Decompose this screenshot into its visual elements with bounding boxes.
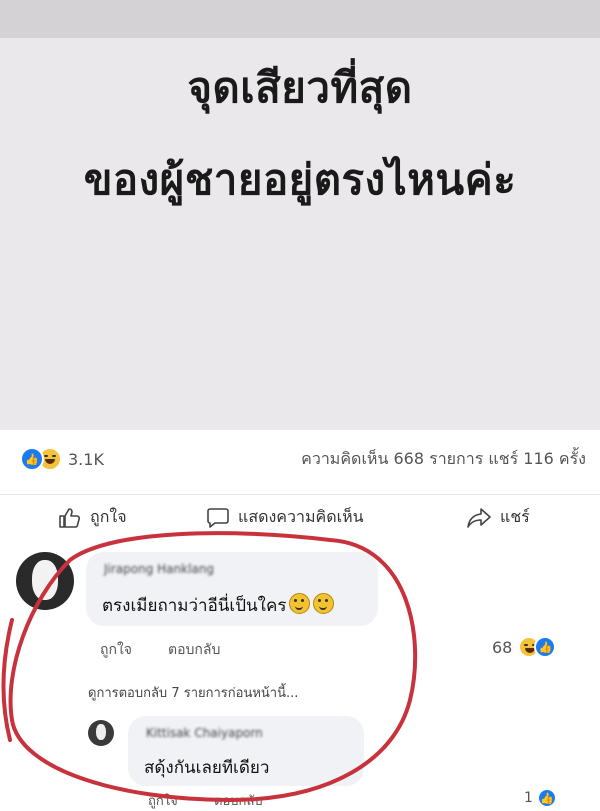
reply-reaction-number: 1 bbox=[524, 790, 533, 806]
post-action-bar: ถูกใจ แสดงความคิดเห็น แชร์ bbox=[0, 494, 600, 541]
reply-avatar[interactable] bbox=[88, 720, 114, 746]
comment-reply-link[interactable]: ตอบกลับ bbox=[168, 639, 220, 661]
like-button[interactable]: ถูกใจ bbox=[58, 505, 127, 530]
comment-text-content: ตรงเมียถามว่าอีนี่เป็นใคร bbox=[102, 596, 287, 616]
top-strip bbox=[0, 0, 600, 38]
reply-like-link[interactable]: ถูกใจ bbox=[148, 790, 178, 811]
reply-reply-link[interactable]: ตอบกลับ bbox=[214, 790, 263, 811]
thumbs-up-icon bbox=[59, 507, 81, 528]
share-arrow-icon bbox=[467, 507, 491, 528]
comment-button[interactable]: แสดงความคิดเห็น bbox=[206, 505, 364, 530]
smile-emoji-icon bbox=[289, 593, 311, 614]
post-text-line-1: จุดเสียวที่สุด bbox=[187, 63, 413, 112]
comment-text: ตรงเมียถามว่าอีนี่เป็นใคร bbox=[102, 592, 335, 619]
commenter-name[interactable]: Jirapong Hanklang bbox=[104, 562, 214, 576]
reaction-count: 3.1K bbox=[68, 449, 104, 469]
comment-bubble: Jirapong Hanklang ตรงเมียถามว่าอีนี่เป็น… bbox=[86, 552, 378, 626]
comment-button-label: แสดงความคิดเห็น bbox=[238, 507, 364, 526]
post-text-line-2: ของผู้ชายอยู่ตรงไหนค่ะ bbox=[83, 155, 517, 204]
share-button-label: แชร์ bbox=[500, 507, 530, 526]
share-button[interactable]: แชร์ bbox=[466, 505, 530, 530]
comment-like-link[interactable]: ถูกใจ bbox=[100, 639, 132, 661]
like-button-label: ถูกใจ bbox=[90, 507, 127, 526]
reply-text: สดุ้งกันเลยทีเดียว bbox=[144, 758, 270, 778]
reaction-summary[interactable]: 👍 3.1K bbox=[20, 447, 104, 471]
comment-bubble-icon bbox=[207, 507, 229, 528]
reply-bubble: Kittisak Chaiyaporn สดุ้งกันเลยทีเดียว bbox=[128, 716, 364, 786]
like-reaction-icon: 👍 bbox=[536, 788, 557, 808]
view-previous-replies-link[interactable]: ดูการตอบกลับ 7 รายการก่อนหน้านี้... bbox=[88, 682, 298, 703]
comments-shares-count[interactable]: ความคิดเห็น 668 รายการ แชร์ 116 ครั้ง bbox=[301, 447, 586, 472]
comment-reaction-count[interactable]: 68 👍 bbox=[492, 636, 557, 658]
reply-reaction-count[interactable]: 1 👍 bbox=[524, 788, 557, 808]
like-reaction-icon: 👍 bbox=[20, 447, 44, 471]
reply-author-name[interactable]: Kittisak Chaiyaporn bbox=[146, 726, 263, 740]
comment-reaction-number: 68 bbox=[492, 637, 513, 657]
post-stats-bar: 👍 3.1K ความคิดเห็น 668 รายการ แชร์ 116 ค… bbox=[0, 430, 600, 490]
like-reaction-icon: 👍 bbox=[534, 636, 557, 658]
smile-emoji-icon bbox=[313, 593, 335, 614]
commenter-avatar[interactable] bbox=[16, 552, 74, 610]
